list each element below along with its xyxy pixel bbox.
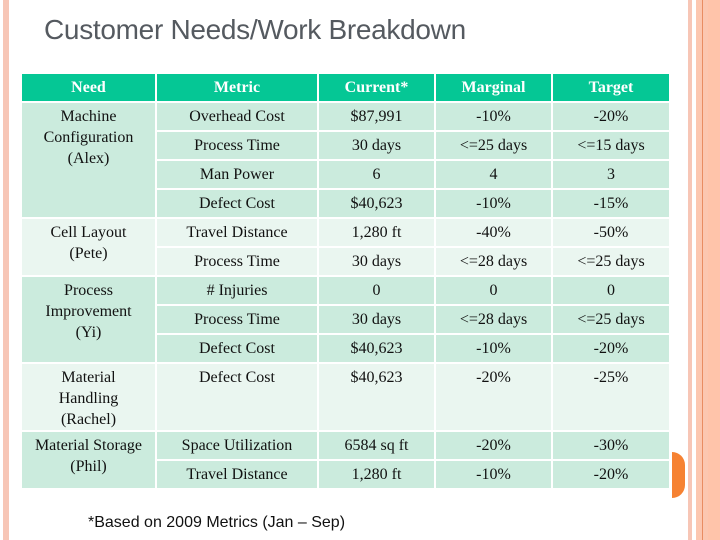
work-breakdown-table: Need Metric Current* Marginal Target Mac… (20, 72, 671, 490)
current-cell: $40,623 (319, 335, 434, 362)
marginal-cell: 0 (436, 277, 551, 304)
need-line: Cell Layout (50, 224, 127, 241)
need-line: (Phil) (70, 458, 107, 475)
table-row: Cell Layout (Pete) Travel Distance 1,280 ft… (22, 219, 669, 275)
header-metric: Metric (157, 74, 317, 101)
need-line: (Yi) (75, 324, 102, 341)
right-decor-stripe (688, 0, 692, 540)
left-border-bar (3, 0, 9, 540)
metric-cell: Travel Distance (157, 219, 317, 246)
metric-cell: Man Power (157, 161, 317, 188)
metric-cell: Process Time (157, 248, 317, 275)
metric-cell: Process Time (157, 132, 317, 159)
current-cell: 6584 sq ft (319, 432, 434, 459)
target-cell: -30% (553, 432, 669, 459)
need-line: Improvement (45, 303, 132, 320)
target-cell: <=25 days (553, 306, 669, 333)
metric-cell: Process Time (157, 306, 317, 333)
current-cell: 1,280 ft (319, 219, 434, 246)
marginal-cell: -10% (436, 190, 551, 217)
need-line: (Alex) (67, 150, 110, 167)
need-line: (Pete) (69, 245, 108, 262)
need-line: Machine (60, 108, 117, 125)
header-current: Current* (319, 74, 434, 101)
orange-half-circle-marker (672, 452, 685, 498)
target-cell: -25% (553, 364, 669, 430)
need-line: Handling (58, 390, 119, 407)
current-cell: $87,991 (319, 103, 434, 130)
header-marginal: Marginal (436, 74, 551, 101)
target-cell: <=25 days (553, 248, 669, 275)
current-cell: $40,623 (319, 364, 434, 430)
current-cell: 30 days (319, 248, 434, 275)
marginal-cell: 4 (436, 161, 551, 188)
marginal-cell: -10% (436, 461, 551, 488)
need-cell: Material Handling (Rachel) (22, 364, 155, 430)
metric-cell: Space Utilization (157, 432, 317, 459)
metric-cell: Defect Cost (157, 190, 317, 217)
need-cell: Cell Layout (Pete) (22, 219, 155, 275)
need-cell: Material Storage (Phil) (22, 432, 155, 488)
need-line: (Rachel) (60, 411, 117, 428)
target-cell: -50% (553, 219, 669, 246)
marginal-cell: -40% (436, 219, 551, 246)
target-cell: <=15 days (553, 132, 669, 159)
metric-cell: Travel Distance (157, 461, 317, 488)
table-row: Process Improvement (Yi) # Injuries 0 0 0 (22, 277, 669, 362)
current-cell: $40,623 (319, 190, 434, 217)
metric-cell: Defect Cost (157, 335, 317, 362)
current-cell: 1,280 ft (319, 461, 434, 488)
right-decor-line (702, 0, 703, 540)
need-cell: Machine Configuration (Alex) (22, 103, 155, 217)
need-line: Material Storage (34, 437, 143, 454)
table-row: Material Handling (Rachel) Defect Cost $40,6… (22, 364, 669, 430)
table-row: Machine Configuration (Alex) Overhead Cost $… (22, 103, 669, 217)
metric-cell: Overhead Cost (157, 103, 317, 130)
marginal-cell: -20% (436, 432, 551, 459)
current-cell: 0 (319, 277, 434, 304)
metric-cell: Defect Cost (157, 364, 317, 430)
need-line: Configuration (43, 129, 134, 146)
marginal-cell: -10% (436, 103, 551, 130)
header-need: Need (22, 74, 155, 101)
table-body: Machine Configuration (Alex) Overhead Cost $… (22, 103, 669, 488)
target-cell: -20% (553, 103, 669, 130)
target-cell: -15% (553, 190, 669, 217)
metric-cell: # Injuries (157, 277, 317, 304)
target-cell: -20% (553, 461, 669, 488)
table-row: Material Storage (Phil) Space Utilization 6… (22, 432, 669, 488)
right-decor-band-outer (708, 0, 720, 540)
slide-title: Customer Needs/Work Breakdown (44, 14, 466, 45)
marginal-cell: <=28 days (436, 306, 551, 333)
target-cell: -20% (553, 335, 669, 362)
current-cell: 30 days (319, 132, 434, 159)
current-cell: 30 days (319, 306, 434, 333)
marginal-cell: <=28 days (436, 248, 551, 275)
need-line: Process (64, 282, 113, 299)
footnote: *Based on 2009 Metrics (Jan – Sep) (88, 514, 346, 531)
table-header-row: Need Metric Current* Marginal Target (22, 74, 669, 101)
header-target: Target (553, 74, 669, 101)
target-cell: 0 (553, 277, 669, 304)
marginal-cell: -10% (436, 335, 551, 362)
current-cell: 6 (319, 161, 434, 188)
target-cell: 3 (553, 161, 669, 188)
need-cell: Process Improvement (Yi) (22, 277, 155, 362)
marginal-cell: -20% (436, 364, 551, 430)
need-line: Material (61, 369, 116, 386)
marginal-cell: <=25 days (436, 132, 551, 159)
